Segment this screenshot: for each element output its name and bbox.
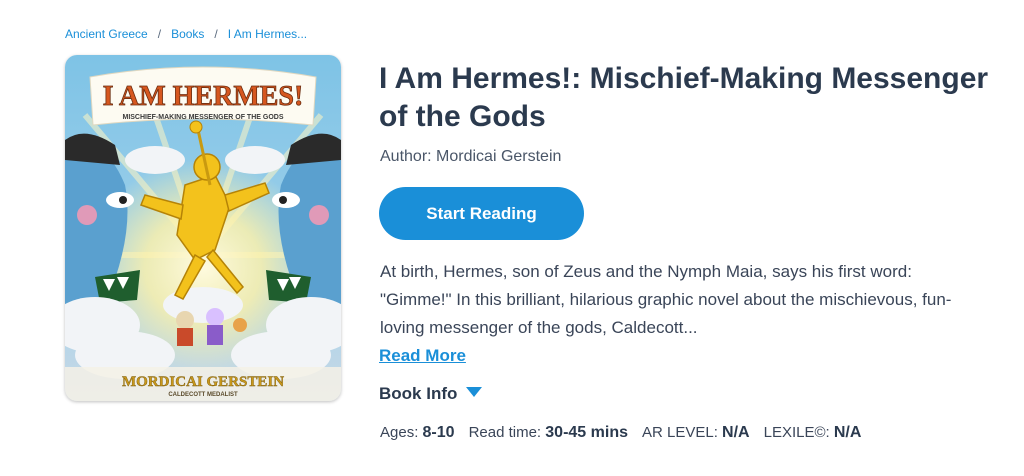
cover-subtitle: MISCHIEF-MAKING MESSENGER OF THE GODS (122, 114, 283, 121)
ages-label: Ages: (380, 424, 419, 441)
breadcrumb-ancient-greece[interactable]: Ancient Greece (65, 27, 148, 41)
read-more-link[interactable]: Read More (379, 346, 466, 366)
book-cover[interactable]: I AM HERMES! MISCHIEF-MAKING MESSENGER O… (65, 55, 341, 401)
lexile-value: N/A (833, 424, 862, 441)
cover-author: MORDICAI GERSTEIN (122, 374, 284, 390)
breadcrumb-books[interactable]: Books (171, 27, 204, 41)
start-reading-button[interactable]: Start Reading (379, 187, 584, 240)
book-description: At birth, Hermes, son of Zeus and the Ny… (380, 262, 952, 337)
breadcrumb-separator: / (157, 27, 162, 41)
book-meta: Ages: 8-10 Read time: 30-45 mins AR LEVE… (380, 424, 875, 442)
ages-meta: Ages: 8-10 (380, 424, 455, 442)
cover-title: I AM HERMES! (103, 81, 304, 112)
lexile-label: LEXILE©: (763, 424, 830, 441)
breadcrumb-separator: / (214, 27, 218, 41)
caret-down-icon (465, 385, 483, 403)
breadcrumb: Ancient Greece / Books / I Am Hermes... (65, 27, 307, 41)
ar-level-label: AR LEVEL: (642, 424, 718, 441)
book-author: Author: Mordicai Gerstein (380, 148, 562, 165)
book-info-label: Book Info (379, 384, 458, 403)
ages-value: 8-10 (422, 424, 455, 441)
lexile-meta: LEXILE©: N/A (764, 424, 862, 442)
read-time-meta: Read time: 30-45 mins (469, 424, 628, 442)
cover-tagline: CALDECOTT MEDALIST (168, 392, 238, 398)
ar-level-meta: AR LEVEL: N/A (642, 424, 750, 442)
breadcrumb-current-book[interactable]: I Am Hermes... (228, 27, 307, 41)
book-info-toggle[interactable]: Book Info (379, 384, 483, 404)
ar-level-value: N/A (722, 424, 750, 441)
read-time-value: 30-45 mins (545, 424, 628, 441)
book-title: I Am Hermes!: Mischief-Making Messenger … (379, 62, 989, 133)
read-time-label: Read time: (468, 424, 542, 441)
